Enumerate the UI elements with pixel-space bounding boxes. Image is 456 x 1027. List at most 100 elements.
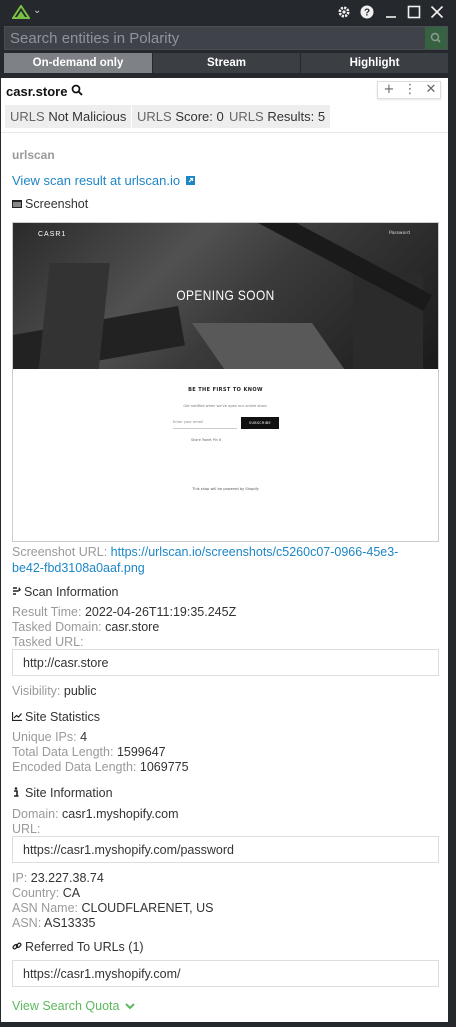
tasked-url-label: Tasked URL: (12, 635, 84, 649)
polarity-logo-icon[interactable] (12, 5, 30, 19)
tag-results[interactable]: URLS Results: 5 (224, 105, 331, 128)
result-time-row: Result Time: 2022-04-26T11:19:35.245Z (12, 605, 236, 619)
external-link-icon (185, 176, 195, 185)
total-data-label: Total Data Length: (12, 745, 114, 759)
view-scan-result-link[interactable]: View scan result at urlscan.io (12, 173, 195, 188)
link-icon (12, 942, 22, 950)
total-data-row: Total Data Length: 1599647 (12, 745, 166, 759)
domain-row: Domain: casr1.myshopify.com (12, 807, 179, 821)
help-icon[interactable]: ? (358, 3, 376, 21)
tab-on-demand-only[interactable]: On-demand only (4, 53, 152, 73)
minimize-icon[interactable] (382, 3, 400, 21)
site-stats-heading: Site Statistics (11, 710, 101, 724)
tag-value: Results: 5 (267, 109, 326, 124)
tab-highlight[interactable]: Highlight (301, 53, 448, 73)
referred-urls-heading: Referred To URLs (1) (12, 940, 144, 954)
close-icon[interactable]: ✕ (421, 82, 441, 98)
screenshot-url-row: Screenshot URL: https://urlscan.io/scree… (12, 544, 398, 576)
screenshot-url-link-cont[interactable]: be42-fbd3108a0aaf.png (12, 561, 145, 575)
close-window-icon[interactable] (428, 3, 446, 21)
add-icon[interactable]: + (379, 82, 399, 98)
asn-row: ASN: AS13335 (12, 916, 95, 930)
cta-title: BE THE FIRST TO KNOW (188, 387, 263, 393)
unique-ips-label: Unique IPs: (12, 730, 77, 744)
divider (1, 132, 448, 133)
site-stats-label: Site Statistics (25, 710, 101, 724)
country-value: CA (62, 886, 81, 900)
asn-value: AS13335 (43, 916, 96, 930)
cta-subtitle: Get notified when we've open our online … (183, 404, 268, 408)
tasked-domain-value: casr.store (105, 620, 160, 634)
search-icon[interactable] (71, 84, 83, 96)
scan-info-label: Scan Information (24, 585, 119, 599)
menu-chevron-icon[interactable]: ⌄ (33, 5, 41, 16)
email-input-preview: Enter your email (173, 417, 237, 429)
url-label: URL: (12, 822, 41, 836)
domain-value: casr1.myshopify.com (62, 807, 179, 821)
subscribe-button-preview: SUBSCRIBE (241, 417, 279, 429)
unique-ips-row: Unique IPs: 4 (12, 730, 87, 744)
visibility-label: Visibility: (12, 684, 61, 698)
referred-url-value: https://casr1.myshopify.com/ (23, 967, 181, 981)
shop-password-link: Password (388, 231, 410, 236)
share-links: Share Tweet Pin it (191, 438, 222, 442)
entity-panel: casr.store + ⋮ ✕ URLS Not Malicious URLS… (1, 78, 448, 1022)
site-url-value: https://casr1.myshopify.com/password (23, 843, 234, 857)
scan-icon (13, 587, 21, 595)
entity-header: casr.store + ⋮ ✕ (1, 78, 448, 104)
referred-url-box[interactable]: https://casr1.myshopify.com/ (12, 960, 439, 987)
tag-score[interactable]: URLS Score: 0 (132, 105, 229, 128)
screenshot-url-link[interactable]: https://urlscan.io/screenshots/c5260c07-… (111, 545, 399, 559)
tag-label: URLS (229, 109, 264, 124)
image-icon (12, 200, 22, 208)
domain-label: Domain: (12, 807, 59, 821)
search-button[interactable] (425, 27, 447, 49)
encoded-data-row: Encoded Data Length: 1069775 (12, 760, 189, 774)
visibility-row: Visibility: public (12, 684, 97, 698)
total-data-value: 1599647 (116, 745, 166, 759)
svg-text:?: ? (364, 8, 370, 19)
integration-name: urlscan (12, 148, 55, 162)
tag-label: URLS (137, 109, 172, 124)
ip-value: 23.227.38.74 (30, 871, 104, 885)
view-search-quota-link[interactable]: View Search Quota (12, 999, 135, 1013)
beam-light (191, 323, 355, 369)
result-time-label: Result Time: (12, 605, 82, 619)
tasked-url-value: http://casr.store (23, 656, 109, 670)
asn-name-value: CLOUDFLARENET, US (81, 901, 214, 915)
encoded-data-label: Encoded Data Length: (12, 760, 137, 774)
search-input[interactable] (5, 27, 425, 49)
asn-name-label: ASN Name: (12, 901, 78, 915)
more-options-icon[interactable]: ⋮ (400, 82, 420, 98)
tab-stream[interactable]: Stream (153, 53, 300, 73)
chevron-down-icon (125, 1003, 135, 1010)
ip-label: IP: (12, 871, 28, 885)
encoded-data-value: 1069775 (139, 760, 189, 774)
gear-icon[interactable] (335, 3, 353, 21)
screenshot-heading: Screenshot (12, 197, 88, 211)
country-label: Country: (12, 886, 60, 900)
unique-ips-value: 4 (80, 730, 88, 744)
tag-value: Not Malicious (48, 109, 127, 124)
site-url-box[interactable]: https://casr1.myshopify.com/password (12, 836, 439, 863)
asn-name-row: ASN Name: CLOUDFLARENET, US (12, 901, 213, 915)
title-bar: ⌄ ? (0, 0, 456, 24)
tag-label: URLS (10, 109, 45, 124)
entity-name[interactable]: casr.store (6, 84, 67, 99)
referred-urls-label: Referred To URLs (1) (25, 940, 144, 954)
country-row: Country: CA (12, 886, 80, 900)
chart-icon (11, 712, 22, 722)
screenshot-hero: CASR1 Password OPENING SOON (13, 223, 438, 369)
screenshot-image[interactable]: CASR1 Password OPENING SOON BE THE FIRST… (12, 222, 439, 542)
asn-label: ASN: (12, 916, 42, 930)
result-time-value: 2022-04-26T11:19:35.245Z (84, 605, 237, 619)
tasked-domain-label: Tasked Domain: (12, 620, 102, 634)
polarity-app-window: ⌄ ? On-demand only Stream Highlight casr… (0, 0, 456, 1027)
view-scan-result-label: View scan result at urlscan.io (12, 173, 181, 188)
site-info-heading: Site Information (12, 786, 113, 800)
pillar-left (36, 263, 110, 369)
tasked-url-box[interactable]: http://casr.store (12, 649, 439, 676)
maximize-icon[interactable] (405, 3, 423, 21)
shop-brand: CASR1 (38, 231, 67, 238)
tag-malicious[interactable]: URLS Not Malicious (5, 105, 132, 128)
